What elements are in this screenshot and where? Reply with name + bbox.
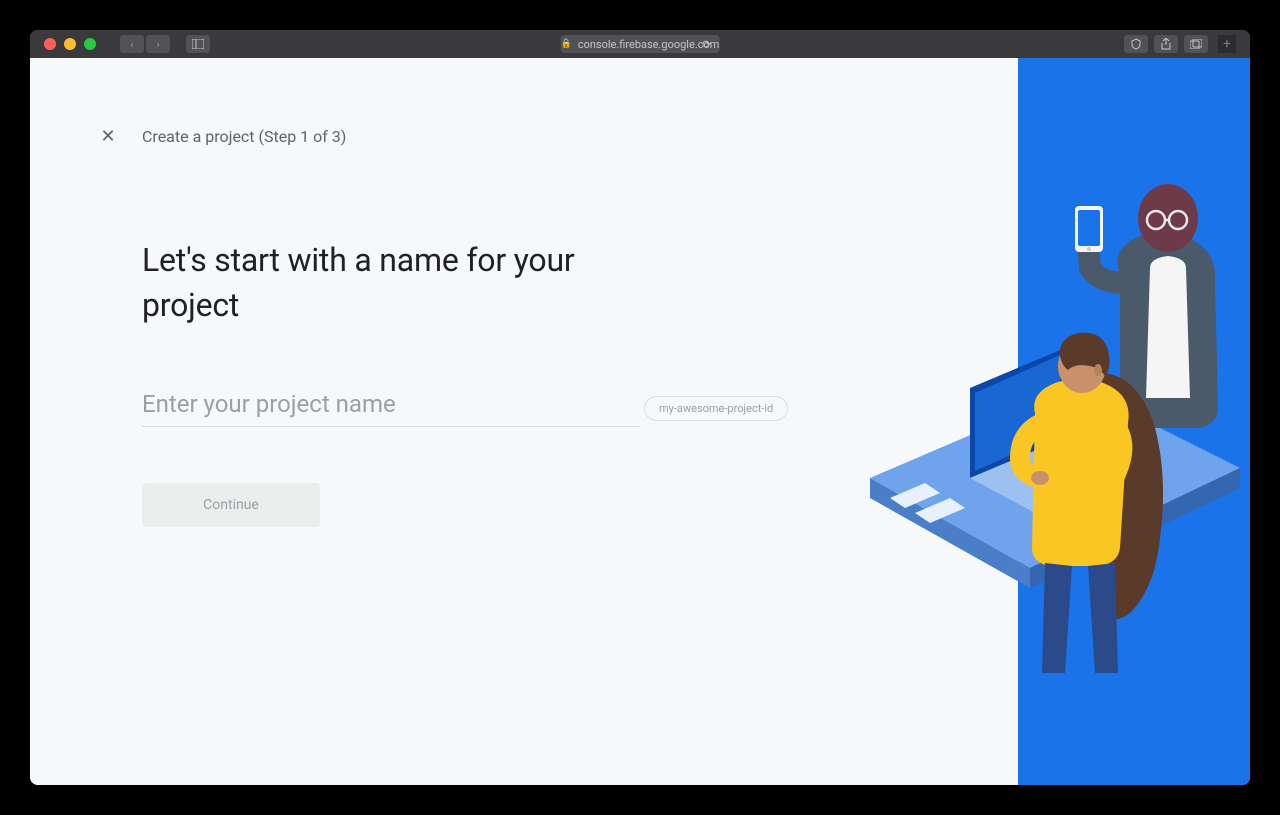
sidebar-toggle-button[interactable] [186,35,210,53]
privacy-report-button[interactable] [1124,35,1148,53]
browser-toolbar: ‹ › 🔒 console.firebase.google.com ⟳ + [30,30,1250,58]
continue-button[interactable]: Continue [142,483,320,527]
illustration-image [820,118,1250,678]
minimize-window-button[interactable] [64,38,76,50]
address-bar[interactable]: 🔒 console.firebase.google.com ⟳ [561,35,720,53]
close-window-button[interactable] [44,38,56,50]
project-name-input[interactable] [142,384,640,427]
nav-arrows: ‹ › [120,35,170,53]
tabs-button[interactable] [1184,35,1208,53]
window-controls [44,38,96,50]
illustration-panel [1018,58,1250,785]
browser-window: ‹ › 🔒 console.firebase.google.com ⟳ + [30,30,1250,785]
close-icon[interactable]: ✕ [98,126,118,146]
refresh-icon[interactable]: ⟳ [702,38,711,51]
url-text: console.firebase.google.com [578,38,720,51]
page-title: Let's start with a name for your project [142,238,592,328]
new-tab-button[interactable]: + [1218,35,1236,53]
share-button[interactable] [1154,35,1178,53]
maximize-window-button[interactable] [84,38,96,50]
forward-button[interactable]: › [146,35,170,53]
right-toolbar: + [1124,35,1236,53]
content-area: ✕ Create a project (Step 1 of 3) Let's s… [30,58,1250,785]
breadcrumb: Create a project (Step 1 of 3) [142,127,346,146]
project-id-chip: my-awesome-project-id [644,396,788,421]
back-button[interactable]: ‹ [120,35,144,53]
lock-icon: 🔒 [561,39,572,49]
